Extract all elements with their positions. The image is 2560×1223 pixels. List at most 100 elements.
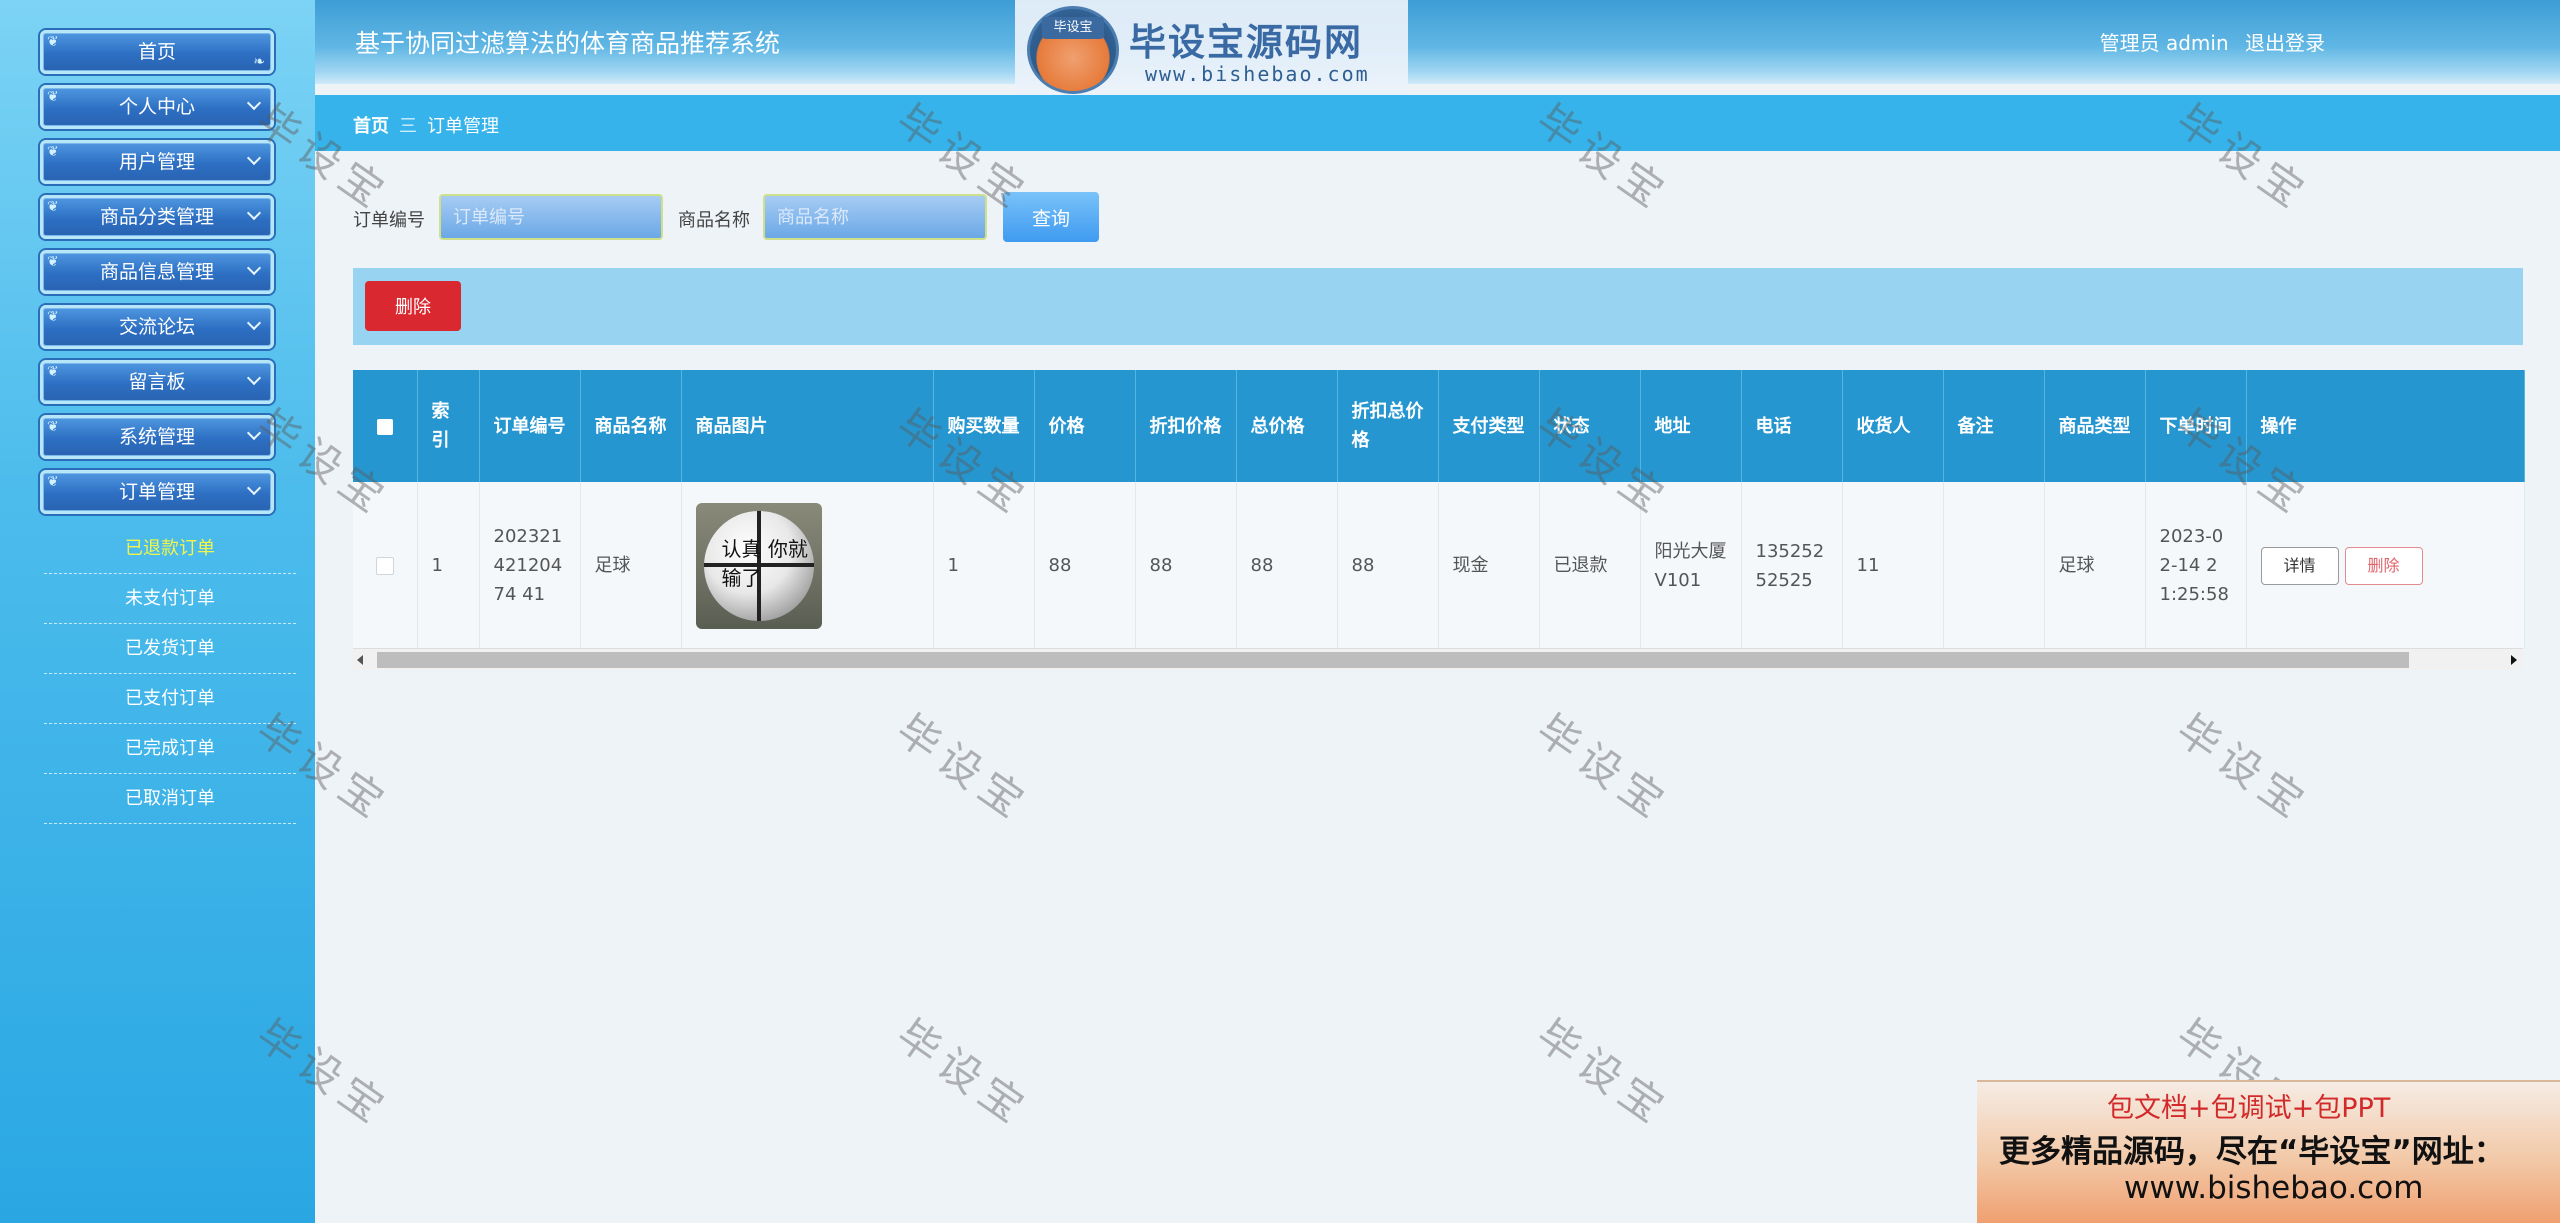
chevron-down-icon <box>246 370 262 386</box>
sidebar-item-user-management[interactable]: ❦ 用户管理 <box>40 140 274 184</box>
submenu-item-cancelled[interactable]: 已取消订单 <box>44 774 296 824</box>
ornament-icon: ❧ <box>253 54 265 70</box>
order-no-label: 订单编号 <box>353 210 425 231</box>
column-header: 支付类型 <box>1438 370 1540 482</box>
submenu-item-completed[interactable]: 已完成订单 <box>44 724 296 774</box>
submenu-item-unpaid[interactable]: 未支付订单 <box>44 574 296 624</box>
ornament-icon: ❦ <box>47 254 59 270</box>
column-header: 购买数量 <box>933 370 1035 482</box>
sidebar: ❦ 首页 ❧ ❦ 个人中心 ❦ 用户管理 ❦ 商品分类管理 ❦ 商品信息管理 ❦… <box>0 0 315 1223</box>
order-table-container: 索引 订单编号 商品名称 商品图片 购买数量 价格 折扣价格 总价格 折扣总价格… <box>353 370 2525 670</box>
batch-delete-button[interactable]: 删除 <box>365 281 461 331</box>
cell-phone: 13525252525 <box>1741 482 1843 649</box>
logo-name: 毕设宝源码网 <box>1129 21 1363 64</box>
logo-badge: 毕设宝 <box>1042 17 1104 39</box>
chevron-down-icon <box>246 150 262 166</box>
chevron-down-icon <box>246 95 262 111</box>
site-logo: 毕设宝 毕设宝源码网 www.bishebao.com <box>1015 0 1408 102</box>
query-button[interactable]: 查询 <box>1003 192 1099 242</box>
promo-url: www.bishebao.com <box>2124 1170 2424 1206</box>
breadcrumb-home[interactable]: 首页 <box>353 116 389 137</box>
ornament-icon: ❦ <box>47 419 59 435</box>
breadcrumb-bar: 首页三订单管理 <box>315 95 2560 151</box>
sidebar-item-label: 用户管理 <box>118 151 195 173</box>
column-header: 商品名称 <box>580 370 682 482</box>
watermark-text: 毕设宝 <box>1527 1009 1679 1137</box>
promo-line-1: 包文档+包调试+包PPT <box>2107 1093 2391 1124</box>
submenu-item-paid[interactable]: 已支付订单 <box>44 674 296 724</box>
promo-banner[interactable]: 包文档+包调试+包PPT 更多精品源码，尽在“毕设宝”网址： www.bishe… <box>1977 1080 2560 1223</box>
sidebar-item-order-management[interactable]: ❦ 订单管理 <box>40 470 274 514</box>
detail-button[interactable]: 详情 <box>2260 546 2339 585</box>
submenu-item-shipped[interactable]: 已发货订单 <box>44 624 296 674</box>
sidebar-item-label: 商品信息管理 <box>99 261 214 283</box>
cell-actions: 详情 删除 <box>2246 482 2525 649</box>
ornament-icon: ❦ <box>47 199 59 215</box>
cell-goods-image: 认真 你就输了 <box>681 482 934 649</box>
sidebar-item-home[interactable]: ❦ 首页 ❧ <box>40 30 274 74</box>
horizontal-scrollbar[interactable] <box>353 648 2523 670</box>
sidebar-item-personal-center[interactable]: ❦ 个人中心 <box>40 85 274 129</box>
watermark-text: 毕设宝 <box>887 1009 1039 1137</box>
submenu-item-refunded[interactable]: 已退款订单 <box>44 524 296 574</box>
column-header: 折扣价格 <box>1135 370 1237 482</box>
cell-status: 已退款 <box>1539 482 1641 649</box>
cell-order-time: 2023-02-14 21:25:58 <box>2145 482 2247 649</box>
column-header: 地址 <box>1640 370 1742 482</box>
scroll-right-icon[interactable] <box>2511 655 2517 665</box>
breadcrumb: 首页三订单管理 <box>353 112 499 138</box>
row-checkbox[interactable] <box>353 482 418 649</box>
cell-quantity: 1 <box>933 482 1035 649</box>
sidebar-item-label: 交流论坛 <box>118 316 195 338</box>
column-header: 订单编号 <box>479 370 581 482</box>
chevron-down-icon <box>246 315 262 331</box>
order-submenu: 已退款订单 未支付订单 已发货订单 已支付订单 已完成订单 已取消订单 <box>44 524 296 824</box>
cell-order-no: 20232142120474 41 <box>479 482 581 649</box>
sidebar-item-category-management[interactable]: ❦ 商品分类管理 <box>40 195 274 239</box>
ornament-icon: ❦ <box>47 309 59 325</box>
top-header: 基于协同过滤算法的体育商品推荐系统 管理员 admin 退出登录 <box>315 0 2560 84</box>
checkbox-icon <box>375 557 394 575</box>
cell-price: 88 <box>1034 482 1136 649</box>
goods-name-input[interactable] <box>763 194 987 240</box>
column-header: 折扣总价格 <box>1337 370 1439 482</box>
watermark-text: 毕设宝 <box>1527 704 1679 832</box>
chevron-down-icon <box>246 260 262 276</box>
logout-link[interactable]: 退出登录 <box>2245 31 2325 55</box>
watermark-text: 毕设宝 <box>887 704 1039 832</box>
sidebar-item-forum[interactable]: ❦ 交流论坛 <box>40 305 274 349</box>
order-no-input[interactable] <box>439 194 663 240</box>
cell-note <box>1943 482 2045 649</box>
sidebar-item-message-board[interactable]: ❦ 留言板 <box>40 360 274 404</box>
column-header: 商品图片 <box>681 370 934 482</box>
column-header: 备注 <box>1943 370 2045 482</box>
cell-discount-price: 88 <box>1135 482 1237 649</box>
sidebar-item-goods-management[interactable]: ❦ 商品信息管理 <box>40 250 274 294</box>
logo-url: www.bishebao.com <box>1145 62 1370 86</box>
sidebar-item-label: 首页 <box>137 41 176 63</box>
ornament-icon: ❦ <box>47 364 59 380</box>
column-header: 状态 <box>1539 370 1641 482</box>
ornament-icon: ❦ <box>47 144 59 160</box>
column-header: 总价格 <box>1236 370 1338 482</box>
chevron-down-icon <box>246 480 262 496</box>
scroll-left-icon[interactable] <box>357 655 363 665</box>
sidebar-item-label: 订单管理 <box>118 481 195 503</box>
breadcrumb-separator-icon: 三 <box>399 116 417 137</box>
table-header-row: 索引 订单编号 商品名称 商品图片 购买数量 价格 折扣价格 总价格 折扣总价格… <box>353 370 2525 482</box>
breadcrumb-current: 订单管理 <box>427 116 499 137</box>
scrollbar-thumb[interactable] <box>377 652 2409 668</box>
cell-goods-type: 足球 <box>2044 482 2146 649</box>
sidebar-item-system-management[interactable]: ❦ 系统管理 <box>40 415 274 459</box>
order-table: 索引 订单编号 商品名称 商品图片 购买数量 价格 折扣价格 总价格 折扣总价格… <box>353 370 2525 649</box>
sidebar-item-label: 个人中心 <box>118 96 195 118</box>
ornament-icon: ❦ <box>47 89 59 105</box>
logo-icon: 毕设宝 <box>1027 6 1119 94</box>
row-delete-button[interactable]: 删除 <box>2344 546 2423 585</box>
admin-user-label: 管理员 admin <box>2099 31 2229 55</box>
system-title: 基于协同过滤算法的体育商品推荐系统 <box>355 29 781 58</box>
cell-pay-type: 现金 <box>1438 482 1540 649</box>
watermark-text: 毕设宝 <box>2167 704 2319 832</box>
select-all-checkbox[interactable] <box>353 370 418 482</box>
cell-address: 阳光大厦V101 <box>1640 482 1742 649</box>
